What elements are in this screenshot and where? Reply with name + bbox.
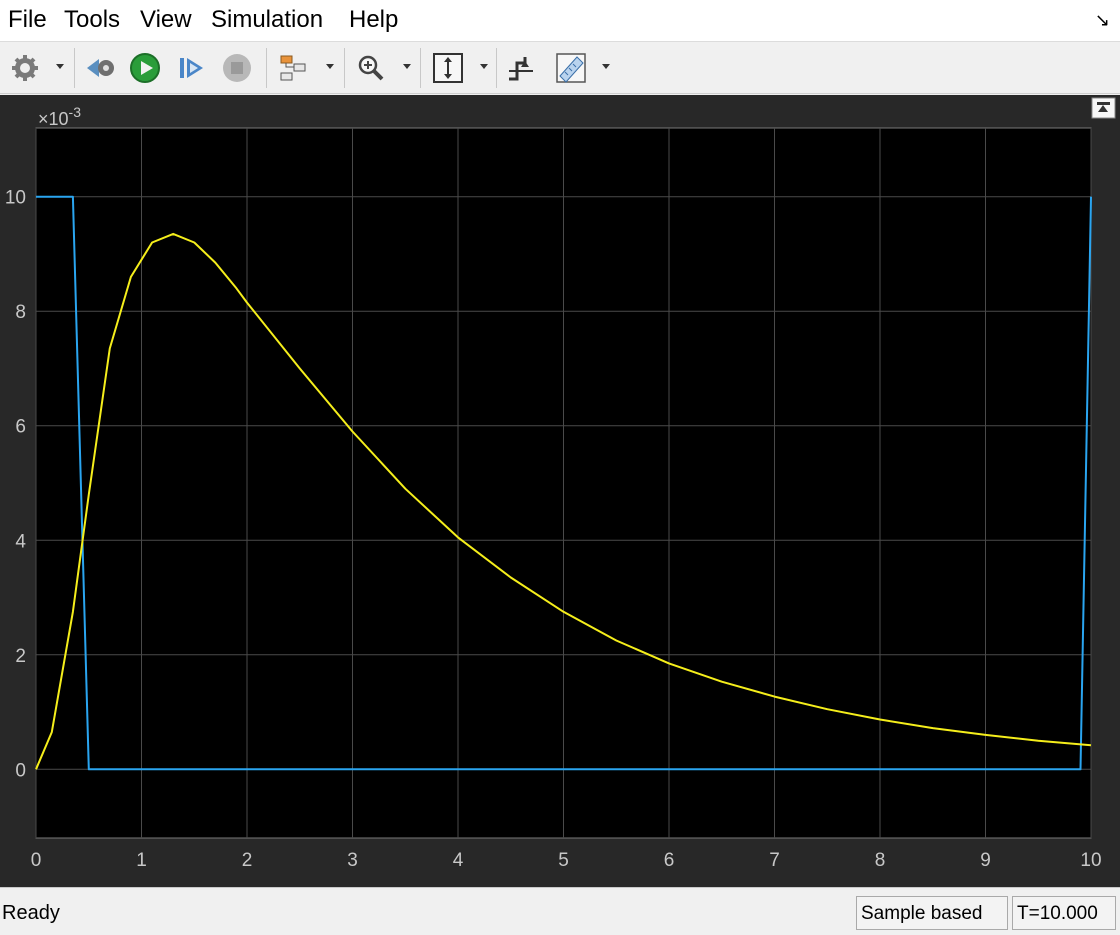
x-tick-label: 7 (769, 850, 780, 871)
scope-display: 0 1 2 3 4 5 6 7 8 9 10 0 2 4 6 8 10 ×10-3 (0, 95, 1120, 887)
toolbar-separator (266, 48, 267, 88)
menu-view[interactable]: View (140, 6, 192, 34)
configuration-dropdown-icon[interactable] (56, 64, 64, 69)
y-tick-label: 2 (15, 646, 26, 667)
y-tick-label: 6 (15, 417, 26, 438)
y-tick-label: 10 (5, 188, 26, 209)
triggers-icon (509, 57, 533, 81)
zoom-button[interactable] (354, 51, 388, 85)
autoscale-icon (433, 53, 463, 83)
menu-tools[interactable]: Tools (64, 6, 120, 34)
x-tick-label: 4 (453, 850, 464, 871)
x-tick-label: 3 (347, 850, 358, 871)
cursor-measurements-button[interactable] (554, 51, 588, 85)
gear-icon (12, 55, 38, 81)
x-tick-labels: 0 1 2 3 4 5 6 7 8 9 10 (31, 850, 1102, 871)
y-tick-label: 8 (15, 302, 26, 323)
highlight-signal-button[interactable] (276, 51, 310, 85)
x-tick-label: 6 (664, 850, 675, 871)
status-bar: Ready Sample based T=10.000 (0, 887, 1120, 935)
toolbar-separator (344, 48, 345, 88)
stop-button[interactable] (220, 51, 254, 85)
status-text: Ready (2, 902, 60, 924)
toolbar-separator (496, 48, 497, 88)
x-tick-label: 0 (31, 850, 42, 871)
triggers-button[interactable] (504, 51, 538, 85)
run-button[interactable] (128, 51, 162, 85)
undock-button[interactable] (1091, 97, 1116, 119)
step-forward-icon (180, 58, 203, 78)
toolbar (0, 42, 1120, 94)
y-tick-labels: 0 2 4 6 8 10 (5, 188, 27, 782)
y-tick-label: 0 (15, 760, 26, 781)
zoom-dropdown-icon[interactable] (403, 64, 411, 69)
menu-file[interactable]: File (8, 6, 47, 34)
scale-axes-dropdown-icon[interactable] (480, 64, 488, 69)
x-tick-label: 8 (875, 850, 886, 871)
x-tick-label: 2 (242, 850, 253, 871)
zoom-in-icon (358, 55, 384, 81)
step-forward-button[interactable] (174, 51, 208, 85)
undock-icon (1097, 102, 1110, 105)
undock-arrow-icon[interactable]: ↘ (1095, 10, 1110, 31)
x-tick-label: 10 (1080, 850, 1101, 871)
scope-chart[interactable]: 0 1 2 3 4 5 6 7 8 9 10 0 2 4 6 8 10 ×10-3 (0, 95, 1120, 887)
menu-simulation[interactable]: Simulation (211, 6, 323, 34)
y-exponent-label: ×10-3 (38, 104, 81, 129)
run-icon (130, 53, 160, 83)
highlight-icon (280, 55, 306, 81)
toolbar-separator (420, 48, 421, 88)
menu-help[interactable]: Help (349, 6, 398, 34)
highlight-dropdown-icon[interactable] (326, 64, 334, 69)
x-tick-label: 9 (980, 850, 991, 871)
y-exponent-base: ×10 (38, 109, 69, 129)
configuration-button[interactable] (8, 51, 42, 85)
x-tick-label: 1 (136, 850, 147, 871)
cursor-measurements-dropdown-icon[interactable] (602, 64, 610, 69)
y-exponent-power: -3 (69, 104, 82, 120)
sample-mode-indicator: Sample based (856, 896, 1008, 930)
menu-bar: File Tools View Simulation Help ↘ (0, 0, 1120, 42)
x-tick-label: 5 (558, 850, 569, 871)
toolbar-separator (74, 48, 75, 88)
step-back-button[interactable] (84, 51, 118, 85)
cursor-measure-icon (556, 53, 586, 83)
scale-axes-button[interactable] (431, 51, 465, 85)
simulation-time: T=10.000 (1012, 896, 1116, 930)
stop-icon (223, 54, 251, 82)
y-tick-label: 4 (15, 531, 26, 552)
step-back-icon (87, 59, 114, 77)
